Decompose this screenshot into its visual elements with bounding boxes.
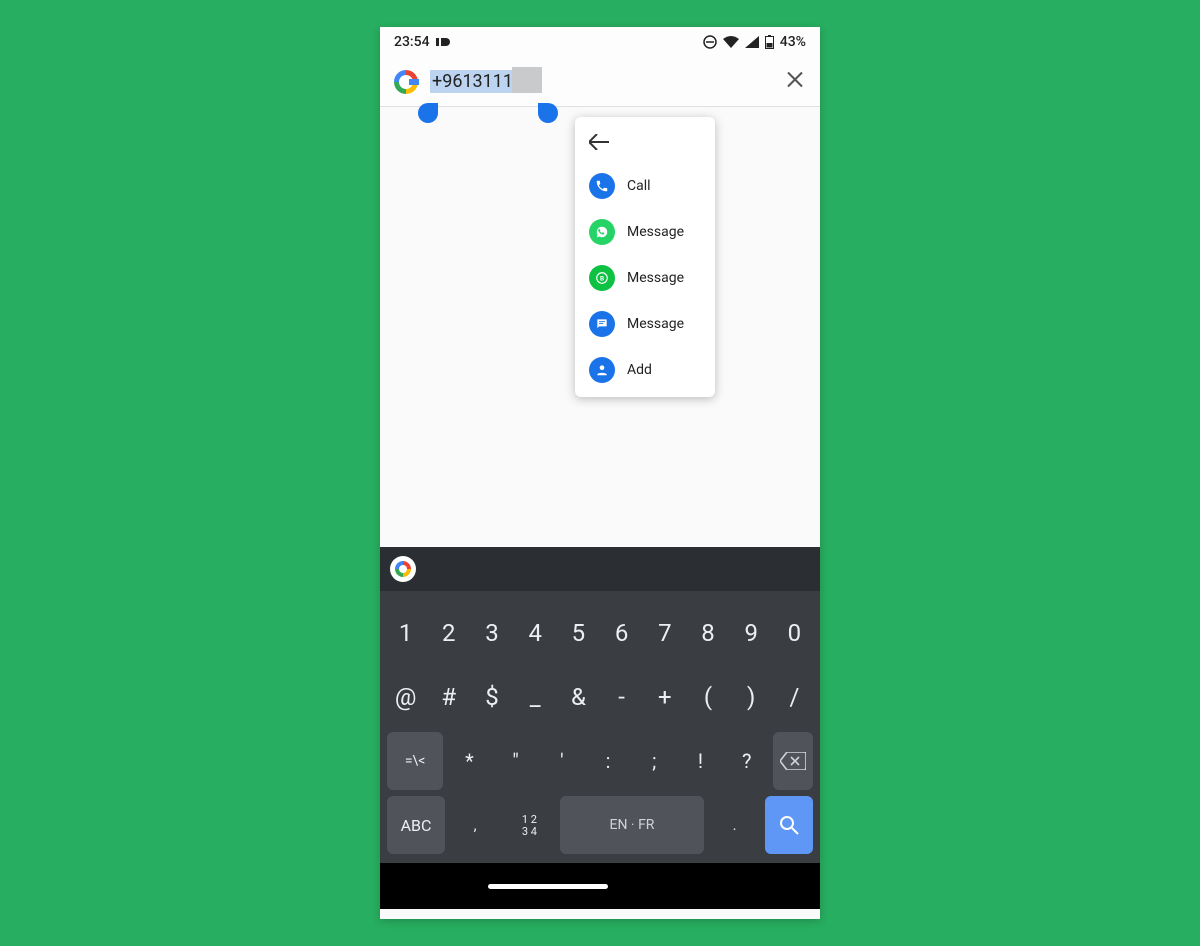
key-;[interactable]: ; (634, 732, 674, 790)
id-icon (436, 36, 452, 48)
key-abc[interactable]: ABC (387, 796, 445, 854)
key-1[interactable]: 1 (387, 604, 424, 662)
key-#[interactable]: # (430, 668, 467, 726)
action-message-sms-label: Message (627, 316, 684, 332)
action-add[interactable]: Add (575, 347, 715, 393)
key-comma[interactable]: , (451, 796, 499, 854)
key-8[interactable]: 8 (689, 604, 726, 662)
key-+[interactable]: + (646, 668, 683, 726)
action-add-icon (589, 357, 615, 383)
clear-button[interactable] (786, 69, 804, 94)
key-9[interactable]: 9 (733, 604, 770, 662)
key-6[interactable]: 6 (603, 604, 640, 662)
key-space[interactable]: EN · FR (560, 796, 705, 854)
key-"[interactable]: " (496, 732, 536, 790)
action-call-label: Call (627, 178, 651, 194)
key-numeric[interactable]: 1 2 3 4 (505, 796, 553, 854)
key-*[interactable]: * (449, 732, 489, 790)
search-bar: +9613111 (380, 57, 820, 107)
key-([interactable]: ( (689, 668, 726, 726)
key-4[interactable]: 4 (517, 604, 554, 662)
selection-handle-right[interactable] (538, 103, 558, 123)
key-5[interactable]: 5 (560, 604, 597, 662)
keyboard-suggestion-strip (380, 547, 820, 591)
key-/[interactable]: / (776, 668, 813, 726)
wifi-icon (723, 36, 739, 48)
action-message-sms[interactable]: Message (575, 301, 715, 347)
key-symbols[interactable]: =\< (387, 732, 443, 790)
action-message-business[interactable]: B Message (575, 255, 715, 301)
status-battery: 43% (780, 34, 806, 50)
popup-back-button[interactable] (575, 125, 715, 163)
google-logo-icon (394, 70, 418, 94)
action-message-whatsapp-icon (589, 219, 615, 245)
status-time: 23:54 (394, 34, 430, 50)
key-_[interactable]: _ (517, 668, 554, 726)
svg-text:B: B (600, 274, 604, 282)
key-search[interactable] (765, 796, 813, 854)
keyboard: 1234567890 @#$_&-+()/ =\< *"':;!? ABC , … (380, 591, 820, 863)
action-add-label: Add (627, 362, 652, 378)
phone-frame: 23:54 43% +9613111 (380, 27, 820, 919)
key-7[interactable]: 7 (646, 604, 683, 662)
action-message-business-icon: B (589, 265, 615, 291)
dnd-icon (703, 35, 717, 49)
gboard-google-icon[interactable] (390, 556, 416, 582)
action-call-icon (589, 173, 615, 199)
nav-bar (380, 863, 820, 909)
key-3[interactable]: 3 (473, 604, 510, 662)
key-&[interactable]: & (560, 668, 597, 726)
action-message-whatsapp[interactable]: Message (575, 209, 715, 255)
selection-handle-left[interactable] (418, 103, 438, 123)
action-call[interactable]: Call (575, 163, 715, 209)
action-message-business-label: Message (627, 270, 684, 286)
key--[interactable]: - (603, 668, 640, 726)
signal-icon (745, 36, 759, 48)
battery-icon (765, 35, 774, 49)
key-'[interactable]: ' (542, 732, 582, 790)
key-?[interactable]: ? (727, 732, 767, 790)
search-input[interactable]: +9613111 (430, 70, 515, 93)
key-dot[interactable]: . (710, 796, 758, 854)
action-message-sms-icon (589, 311, 615, 337)
key-![interactable]: ! (680, 732, 720, 790)
status-bar: 23:54 43% (380, 27, 820, 57)
key-@[interactable]: @ (387, 668, 424, 726)
action-message-whatsapp-label: Message (627, 224, 684, 240)
key-0[interactable]: 0 (776, 604, 813, 662)
key-$[interactable]: $ (473, 668, 510, 726)
redaction-box (512, 67, 542, 93)
key-backspace[interactable] (773, 732, 813, 790)
number-actions-popup: Call Message B Message Message Add (575, 117, 715, 397)
key-2[interactable]: 2 (430, 604, 467, 662)
key-)[interactable]: ) (733, 668, 770, 726)
key-:[interactable]: : (588, 732, 628, 790)
nav-home-pill[interactable] (488, 884, 608, 889)
